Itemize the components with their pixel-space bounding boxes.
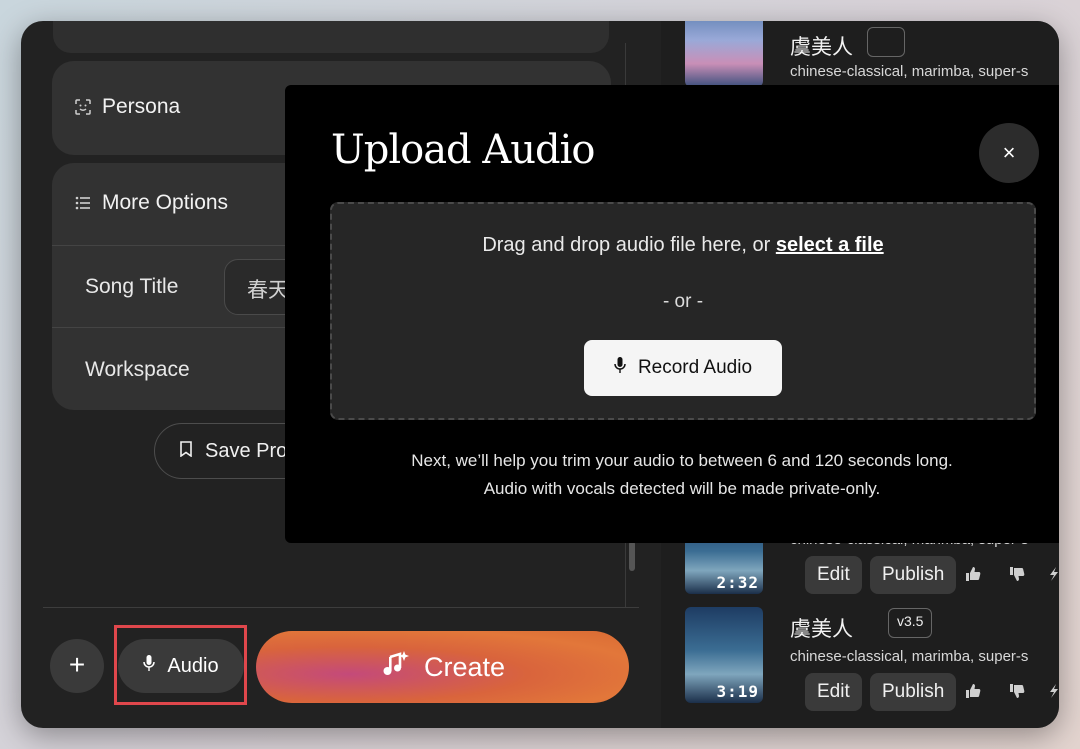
workspace-label: Workspace xyxy=(85,358,190,381)
dropzone-text: Drag and drop audio file here, or select… xyxy=(332,234,1034,257)
record-audio-button[interactable]: Record Audio xyxy=(584,340,782,396)
share-icon[interactable] xyxy=(1047,566,1059,587)
more-options-toggle[interactable]: More Options xyxy=(74,191,228,215)
trim-note: Next, we’ll help you trim your audio to … xyxy=(285,447,1059,503)
close-button[interactable]: × xyxy=(979,123,1039,183)
vocals-note-line: Audio with vocals detected will be made … xyxy=(483,479,881,498)
song-duration: 2:32 xyxy=(716,573,759,592)
share-icon[interactable] xyxy=(1047,683,1059,704)
create-button[interactable]: Create xyxy=(256,631,629,703)
thumbs-up-icon[interactable] xyxy=(965,566,981,587)
song-thumbnail[interactable]: 3:19 xyxy=(685,607,763,703)
save-label: Save Pro xyxy=(205,439,288,462)
version-badge: v3.5 xyxy=(888,608,933,638)
publish-button[interactable]: Publish xyxy=(870,673,957,711)
song-thumbnail[interactable] xyxy=(685,21,763,87)
edit-button[interactable]: Edit xyxy=(805,673,862,711)
record-audio-label: Record Audio xyxy=(637,357,753,378)
microphone-icon xyxy=(614,356,626,380)
face-icon xyxy=(74,98,92,116)
create-label: Create xyxy=(423,651,506,682)
bookmark-icon xyxy=(179,440,193,463)
add-button[interactable]: + xyxy=(50,639,104,693)
upload-audio-modal: Upload Audio × Drag and drop audio file … xyxy=(285,85,1059,543)
scrollbar-thumb[interactable] xyxy=(629,541,635,571)
song-duration: 3:19 xyxy=(716,682,759,701)
audio-label: Audio xyxy=(167,654,219,677)
or-separator: - or - xyxy=(662,291,704,312)
modal-title: Upload Audio xyxy=(331,127,595,173)
song-title-label: Song Title xyxy=(85,275,179,298)
microphone-icon xyxy=(143,654,156,678)
edit-button[interactable]: Edit xyxy=(805,556,862,594)
song-title[interactable]: 虞美人 xyxy=(790,31,853,61)
thumbs-up-icon[interactable] xyxy=(965,683,981,704)
trim-note-line: Next, we’ll help you trim your audio to … xyxy=(411,451,953,470)
list-icon xyxy=(74,194,92,212)
version-badge xyxy=(867,27,905,57)
audio-dropzone[interactable]: Drag and drop audio file here, or select… xyxy=(330,202,1036,420)
drop-instructions: Drag and drop audio file here, or xyxy=(482,234,776,256)
bottom-divider xyxy=(43,607,639,608)
publish-button[interactable]: Publish xyxy=(870,556,957,594)
thumbs-down-icon[interactable] xyxy=(1009,566,1025,587)
song-title[interactable]: 虞美人 xyxy=(790,613,853,643)
app-window: Persona More Options Song Title 春天 Works… xyxy=(21,21,1059,728)
audio-button[interactable]: Audio xyxy=(118,639,244,693)
music-sparkle-icon xyxy=(380,649,410,686)
song-tags: chinese-classical, marimba, super-s xyxy=(790,63,1029,80)
select-file-link[interactable]: select a file xyxy=(776,234,884,256)
previous-card xyxy=(53,21,609,53)
persona-label: Persona xyxy=(102,95,181,118)
song-tags: chinese-classical, marimba, super-s xyxy=(790,648,1029,665)
more-options-label: More Options xyxy=(102,191,229,214)
thumbs-down-icon[interactable] xyxy=(1009,683,1025,704)
